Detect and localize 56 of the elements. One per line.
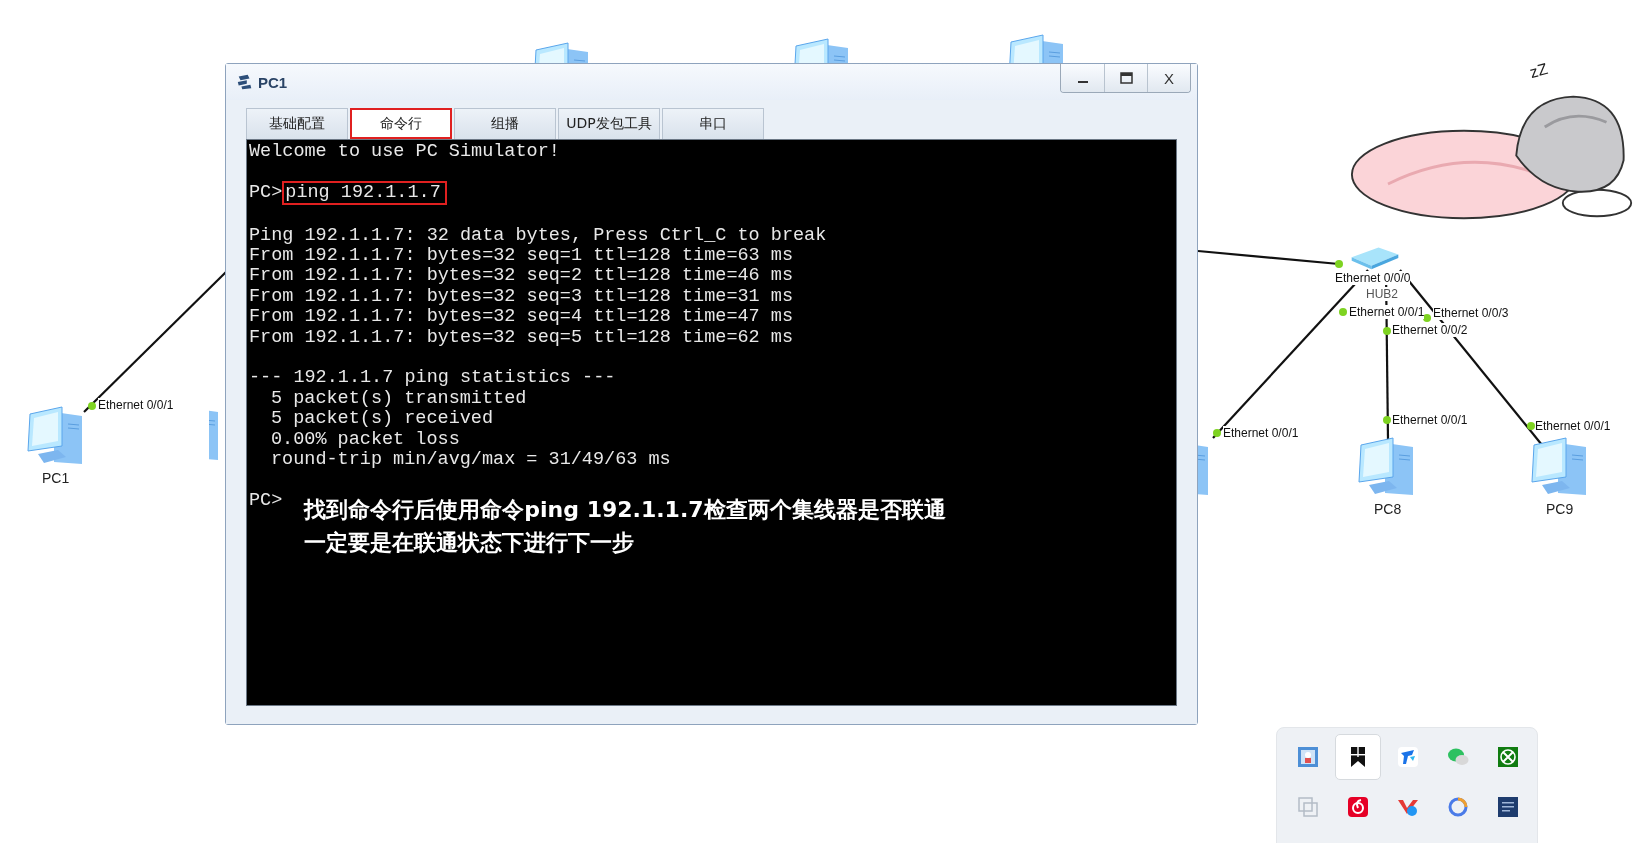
tab[interactable]: 基础配置: [246, 108, 348, 139]
annotation-text: 一定要是在联通状态下进行下一步: [304, 528, 636, 557]
maximize-icon[interactable]: [1119, 72, 1133, 84]
x-logo-icon[interactable]: [1497, 746, 1519, 768]
port-label: Ethernet 0/0/2: [1392, 323, 1468, 337]
hub-label: HUB2: [1366, 287, 1398, 301]
terminal-line: From 192.1.1.7: bytes=32 seq=1 ttl=128 time=63 ms: [249, 246, 794, 267]
document-icon[interactable]: [1497, 796, 1519, 818]
window-title: PC1: [258, 73, 288, 91]
port-label: Ethernet 0/0/1: [1392, 413, 1468, 427]
device-label: PC8: [1374, 501, 1402, 517]
tab[interactable]: UDP发包工具: [558, 108, 660, 139]
device-label: PC9: [1546, 501, 1574, 517]
port-dot: [88, 402, 96, 410]
tab[interactable]: 组播: [454, 108, 556, 139]
annotation-text: 找到命令行后使用命令ping 192.1.1.7检查两个集线器是否联通: [304, 495, 946, 524]
tab[interactable]: 命令行: [350, 108, 452, 139]
port-label: Ethernet 0/0/0: [1335, 271, 1411, 285]
snore-text: zZ: [1527, 60, 1550, 82]
port-label: Ethernet 0/0/1: [1535, 419, 1611, 433]
tray-tile[interactable]: [1335, 734, 1381, 780]
tab[interactable]: 串口: [662, 108, 764, 139]
terminal-line: 0.00% packet loss: [270, 429, 461, 451]
port-dot: [1213, 429, 1221, 437]
maximize-button[interactable]: [1104, 64, 1147, 92]
port-dot: [1335, 260, 1343, 268]
ring-icon[interactable]: [1447, 796, 1469, 818]
terminal-line: From 192.1.1.7: bytes=32 seq=5 ttl=128 time=62 ms: [249, 327, 794, 349]
port-label: Ethernet 0/0/1: [1223, 426, 1299, 440]
port-dot: [1383, 327, 1391, 335]
prompt-text: PC>: [249, 182, 283, 204]
terminal-line: 5 packet(s) received: [270, 409, 495, 430]
port-label: Ethernet 0/0/1: [98, 398, 174, 412]
terminal-line: --- 192.1.1.7 ping statistics ---: [249, 368, 617, 389]
port-dot: [1527, 422, 1535, 430]
terminal-line: round-trip min/avg/max = 31/49/63 ms: [270, 450, 672, 471]
prompt-text: PC>: [249, 490, 283, 512]
terminal-line: 5 packet(s) transmitted: [270, 388, 528, 410]
command-text: ping 192.1.1.7: [282, 180, 447, 206]
port-dot: [1339, 308, 1347, 316]
device-label: PC1: [42, 470, 70, 486]
swirl-icon[interactable]: [1347, 796, 1369, 818]
port-dot: [1383, 416, 1391, 424]
terminal-line: Welcome to use PC Simulator!: [249, 142, 561, 163]
terminal-line: Ping 192.1.1.7: 32 data bytes, Press Ctrl_C to break: [249, 225, 828, 246]
chat-bubbles-icon[interactable]: [1447, 746, 1469, 768]
terminal-line: From 192.1.1.7: bytes=32 seq=3 ttl=128 time=31 ms: [249, 286, 794, 308]
photo-icon[interactable]: [1297, 746, 1319, 768]
port-dot: [1423, 314, 1431, 322]
close-button[interactable]: X: [1147, 64, 1190, 92]
port-label: Ethernet 0/0/1: [1349, 305, 1425, 319]
terminal-line: From 192.1.1.7: bytes=32 seq=2 ttl=128 time=46 ms: [249, 266, 794, 287]
terminal-line: From 192.1.1.7: bytes=32 seq=4 ttl=128 time=47 ms: [249, 307, 794, 328]
arrow-shape-icon[interactable]: [1397, 746, 1419, 768]
port-label: Ethernet 0/0/3: [1433, 306, 1509, 320]
app-icon: [236, 73, 254, 91]
